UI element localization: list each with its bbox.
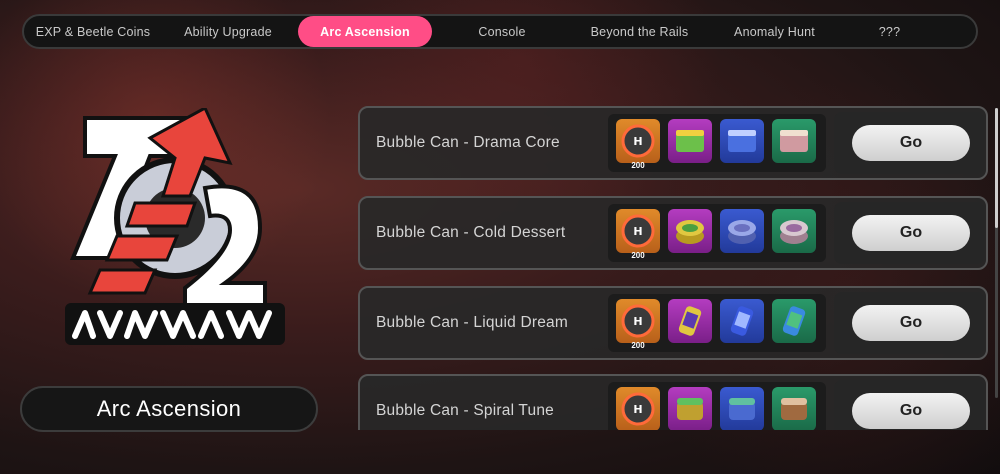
item-quantity: 200 — [631, 251, 645, 260]
tab-beyond-the-rails[interactable]: Beyond the Rails — [572, 16, 707, 47]
list-item: Bubble Can - Spiral Tune H Go — [358, 374, 988, 430]
purple-tin-icon[interactable] — [772, 209, 816, 253]
list-item: Bubble Can - Liquid Dream H 200 Go — [358, 286, 988, 360]
purple-can-icon[interactable] — [668, 299, 712, 343]
reward-icons: H 200 — [608, 114, 826, 172]
arc-chip-icon[interactable]: H — [616, 209, 660, 253]
go-button-frame: Go — [834, 202, 984, 264]
arc-chip-icon[interactable]: H — [616, 299, 660, 343]
list-scrollbar[interactable] — [995, 108, 998, 398]
scrollbar-thumb[interactable] — [995, 108, 998, 228]
go-button-frame: Go — [834, 112, 984, 174]
svg-text:H: H — [633, 225, 642, 238]
arc-chip-icon[interactable]: H — [616, 387, 660, 430]
arc-logo — [65, 108, 285, 345]
svg-text:H: H — [633, 403, 642, 416]
svg-text:H: H — [633, 315, 642, 328]
reward-icons: H — [608, 382, 826, 430]
go-button-frame: Go — [834, 292, 984, 354]
tab-unknown[interactable]: ??? — [842, 16, 937, 47]
list-item: Bubble Can - Cold Dessert H 200 Go — [358, 196, 988, 270]
go-button[interactable]: Go — [852, 393, 970, 429]
section-title: Arc Ascension — [20, 386, 318, 432]
tab-ability-upgrade[interactable]: Ability Upgrade — [158, 16, 298, 47]
row-label: Bubble Can - Liquid Dream — [376, 314, 568, 331]
tab-console[interactable]: Console — [432, 16, 572, 47]
item-quantity: 200 — [631, 161, 645, 170]
blue-tin-icon[interactable] — [720, 209, 764, 253]
tab-anomaly-hunt[interactable]: Anomaly Hunt — [707, 16, 842, 47]
go-button[interactable]: Go — [852, 305, 970, 341]
tab-arc-ascension[interactable]: Arc Ascension — [298, 16, 432, 47]
tab-exp-beetle-coins[interactable]: EXP & Beetle Coins — [28, 16, 158, 47]
blue-cube-can-icon[interactable] — [720, 119, 764, 163]
go-button[interactable]: Go — [852, 125, 970, 161]
gold-jar-icon[interactable] — [668, 387, 712, 430]
item-quantity: 200 — [631, 341, 645, 350]
row-label: Bubble Can - Spiral Tune — [376, 402, 554, 419]
reward-icons: H 200 — [608, 204, 826, 262]
row-label: Bubble Can - Cold Dessert — [376, 224, 566, 241]
list-item: Bubble Can - Drama Core H 200 Go — [358, 106, 988, 180]
row-label: Bubble Can - Drama Core — [376, 134, 560, 151]
bronze-jar-icon[interactable] — [772, 387, 816, 430]
go-button[interactable]: Go — [852, 215, 970, 251]
go-button-frame: Go — [834, 380, 984, 430]
reward-list[interactable]: Bubble Can - Drama Core H 200 Go Bubble … — [356, 100, 994, 430]
green-cube-can-icon[interactable] — [668, 119, 712, 163]
reward-icons: H 200 — [608, 294, 826, 352]
pink-cube-can-icon[interactable] — [772, 119, 816, 163]
blue-jar-icon[interactable] — [720, 387, 764, 430]
gold-tin-icon[interactable] — [668, 209, 712, 253]
svg-text:H: H — [633, 135, 642, 148]
arc-chip-icon[interactable]: H — [616, 119, 660, 163]
green-can-icon[interactable] — [772, 299, 816, 343]
blue-can-icon[interactable] — [720, 299, 764, 343]
top-tab-bar: EXP & Beetle Coins Ability Upgrade Arc A… — [22, 14, 978, 49]
